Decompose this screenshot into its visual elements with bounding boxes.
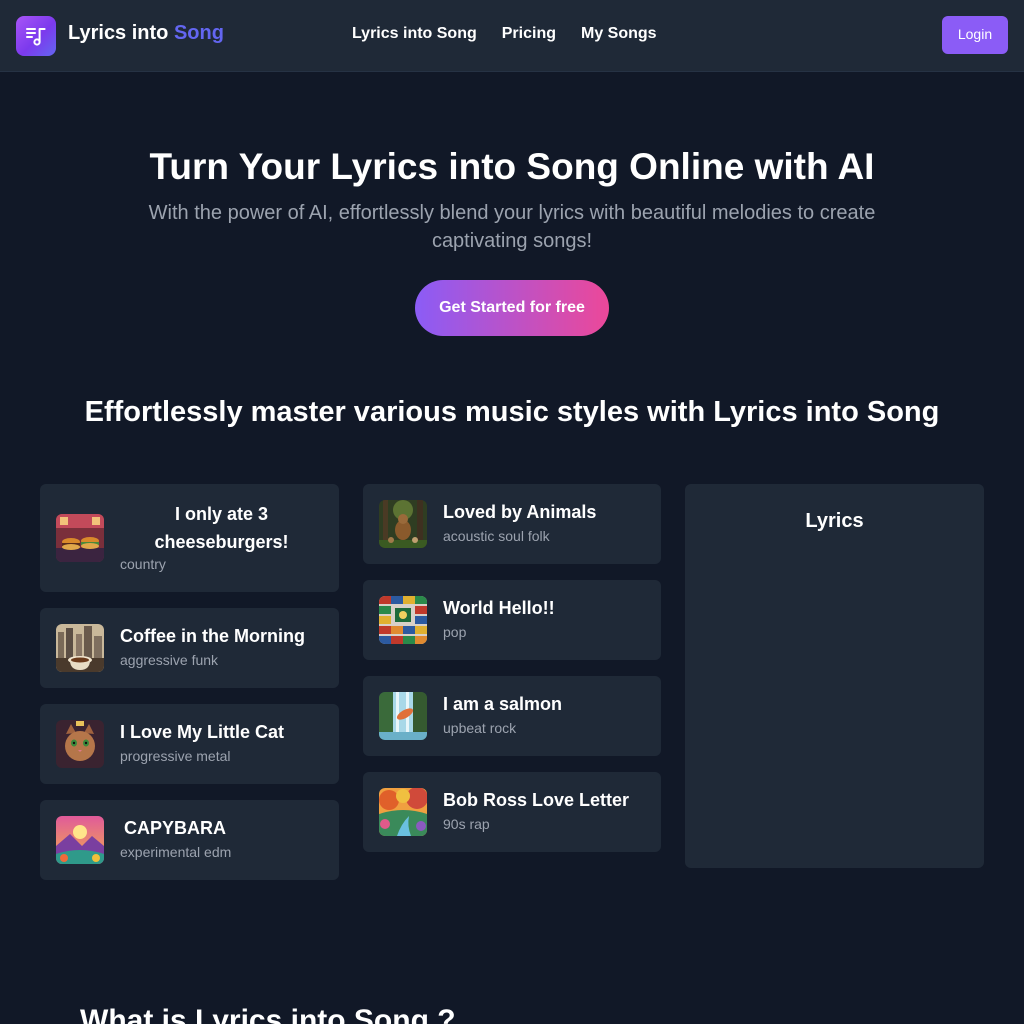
colorful-landscape-artwork [56,816,104,864]
playlist-music-icon [26,28,46,46]
hero-subtitle: With the power of AI, effortlessly blend… [148,202,876,252]
nav-link-lyrics-into-song[interactable]: Lyrics into Song [352,25,477,43]
song-title: Loved by Animals [443,502,597,522]
waterfall-salmon-artwork [379,692,427,740]
app-logo[interactable] [16,16,56,56]
nav-link-pricing[interactable]: Pricing [502,25,556,43]
song-genre: acoustic soul folk [443,528,550,544]
styles-section-title: Effortlessly master various music styles… [84,396,940,428]
song-title: CAPYBARA [123,818,226,838]
autumn-river-artwork [379,788,427,836]
song-card[interactable]: Bob Ross Love Letter 90s rap [363,772,661,852]
cat-portrait-artwork [56,720,104,768]
song-title: Bob Ross Love Letter [443,790,630,810]
song-genre: pop [443,624,467,640]
song-card[interactable]: Loved by Animals acoustic soul folk [363,484,661,564]
song-title: I only ate 3 cheeseburgers! [154,504,289,552]
login-button[interactable]: Login [942,16,1008,54]
song-card[interactable]: CAPYBARA experimental edm [40,800,339,880]
get-started-button[interactable]: Get Started for free [415,280,609,336]
song-title: Coffee in the Morning [120,626,305,646]
world-flags-artwork [379,596,427,644]
about-section-title: What is Lyrics into Song ? [80,1004,456,1024]
forest-animals-artwork [379,500,427,548]
brand-name-part2: Song [173,22,224,44]
song-genre: 90s rap [443,816,490,832]
song-card[interactable]: I Love My Little Cat progressive metal [40,704,339,784]
top-navbar: Lyrics into Song Lyrics into Song Pricin… [0,0,1024,72]
song-card[interactable]: World Hello!! pop [363,580,661,660]
song-genre: aggressive funk [120,652,219,668]
song-card[interactable]: I only ate 3 cheeseburgers! country [40,484,339,592]
song-genre: upbeat rock [443,720,517,736]
nav-link-my-songs[interactable]: My Songs [581,25,657,43]
lyrics-heading: Lyrics [805,510,864,532]
song-genre: progressive metal [120,748,231,764]
song-title: World Hello!! [443,598,555,618]
song-genre: country [120,556,166,572]
song-genre: experimental edm [120,844,232,860]
coffee-city-artwork [56,624,104,672]
song-title: I Love My Little Cat [120,722,285,742]
main-nav: Lyrics into Song Pricing My Songs [352,25,657,43]
cheeseburger-diner-artwork [56,514,104,562]
brand-name[interactable]: Lyrics into Song [68,22,224,45]
song-card[interactable]: I am a salmon upbeat rock [363,676,661,756]
lyrics-panel: Lyrics [685,484,984,868]
brand-name-part1: Lyrics into [68,22,169,44]
song-card[interactable]: Coffee in the Morning aggressive funk [40,608,339,688]
hero-title: Turn Your Lyrics into Song Online with A… [149,146,875,187]
song-title: I am a salmon [443,694,563,714]
